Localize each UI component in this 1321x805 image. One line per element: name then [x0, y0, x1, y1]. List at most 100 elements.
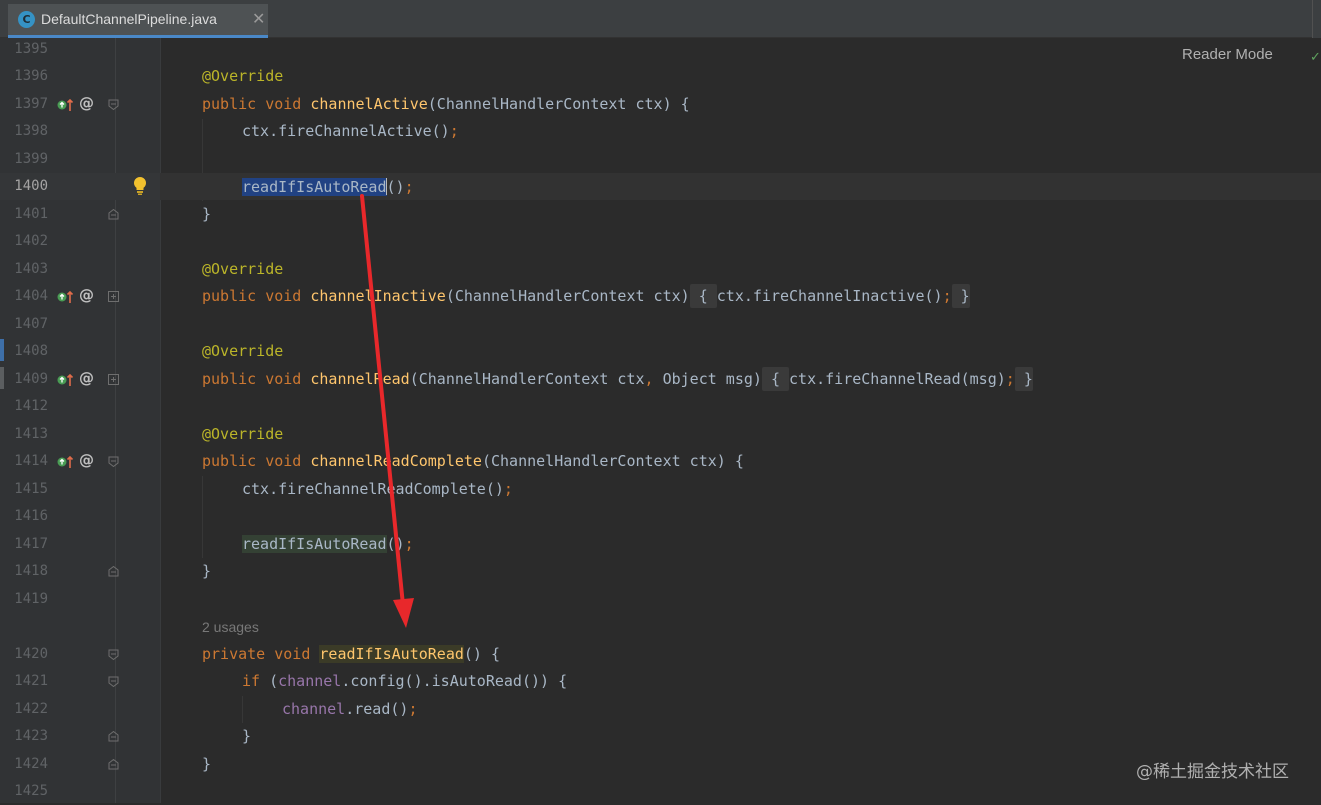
line-number: 1400	[14, 178, 48, 194]
code-line[interactable]: 1399	[0, 146, 1321, 173]
code-line[interactable]: 1398 ctx.fireChannelActive();	[0, 118, 1321, 145]
inspection-check-icon[interactable]: ✓	[1310, 50, 1321, 65]
code-text: public void channelRead(ChannelHandlerCo…	[202, 367, 1033, 391]
code-text: @Override	[202, 67, 284, 85]
watermark: @稀土掘金技术社区	[1136, 762, 1289, 782]
code-line[interactable]: 1397 @ public void channelActive(Channel…	[0, 91, 1321, 118]
at-sign-icon[interactable]: @	[79, 369, 94, 387]
line-number: 1414	[14, 453, 48, 469]
code-text: }	[202, 755, 212, 773]
fold-marker-icon[interactable]	[108, 99, 119, 110]
line-number: 1399	[14, 151, 48, 167]
code-text: public void channelInactive(ChannelHandl…	[202, 284, 970, 308]
reader-mode-button[interactable]: Reader Mode	[1182, 46, 1273, 63]
line-number: 1396	[14, 68, 48, 84]
code-line[interactable]: 1417 readIfIsAutoRead();	[0, 531, 1321, 558]
line-number: 1395	[14, 41, 48, 57]
code-line[interactable]: 1408 @Override	[0, 338, 1321, 365]
line-number: 1421	[14, 673, 48, 689]
usages-hint[interactable]: 2 usages	[202, 619, 259, 635]
code-line[interactable]: 1401 }	[0, 201, 1321, 228]
code-text: public void channelActive(ChannelHandler…	[202, 95, 690, 113]
line-number: 1418	[14, 563, 48, 579]
code-line[interactable]: 1423 }	[0, 723, 1321, 750]
code-text: public void channelReadComplete(ChannelH…	[202, 452, 744, 470]
line-number: 1403	[14, 261, 48, 277]
fold-marker-icon[interactable]	[108, 649, 119, 660]
lightbulb-icon[interactable]	[132, 176, 148, 196]
code-line[interactable]: 1407	[0, 311, 1321, 338]
line-number: 1402	[14, 233, 48, 249]
code-line[interactable]: 1416	[0, 503, 1321, 530]
code-line[interactable]: 1412	[0, 393, 1321, 420]
usage-highlight: readIfIsAutoRead	[242, 535, 387, 553]
code-line[interactable]: 1421 if (channel.config().isAutoRead()) …	[0, 668, 1321, 695]
expand-fold-icon[interactable]	[108, 291, 119, 302]
line-number: 1416	[14, 508, 48, 524]
code-line[interactable]: 1395	[0, 36, 1321, 63]
java-class-icon: C	[18, 11, 35, 28]
close-icon[interactable]: ✕	[252, 9, 265, 28]
at-sign-icon[interactable]: @	[79, 286, 94, 304]
code-text: @Override	[202, 260, 284, 278]
code-text: ctx.fireChannelReadComplete();	[242, 480, 513, 498]
line-number: 1413	[14, 426, 48, 442]
line-number: 1408	[14, 343, 48, 359]
tab-label: DefaultChannelPipeline.java	[41, 11, 217, 27]
line-number: 1424	[14, 756, 48, 772]
line-number: 1419	[14, 591, 48, 607]
line-number: 1415	[14, 481, 48, 497]
code-line[interactable]: 1420 private void readIfIsAutoRead() {	[0, 641, 1321, 668]
code-line[interactable]: 1413 @Override	[0, 421, 1321, 448]
selected-call: readIfIsAutoRead	[242, 178, 387, 196]
fold-marker-icon[interactable]	[108, 456, 119, 467]
fold-marker-icon[interactable]	[108, 759, 119, 770]
code-text: readIfIsAutoRead();	[242, 535, 414, 553]
fold-marker-icon[interactable]	[108, 676, 119, 687]
expand-fold-icon[interactable]	[108, 374, 119, 385]
code-line[interactable]: 1414 @ public void channelReadComplete(C…	[0, 448, 1321, 475]
implementing-method-icon[interactable]	[57, 372, 75, 388]
code-text: }	[202, 562, 212, 580]
code-line[interactable]: 1403 @Override	[0, 256, 1321, 283]
at-sign-icon[interactable]: @	[79, 451, 94, 469]
code-line[interactable]: 1425	[0, 778, 1321, 805]
implementing-method-icon[interactable]	[57, 289, 75, 305]
at-sign-icon[interactable]: @	[79, 94, 94, 112]
code-line[interactable]: 1402	[0, 228, 1321, 255]
implementing-method-icon[interactable]	[57, 97, 75, 113]
line-number: 1420	[14, 646, 48, 662]
line-number: 1417	[14, 536, 48, 552]
line-number: 1422	[14, 701, 48, 717]
code-text: private void readIfIsAutoRead() {	[202, 645, 501, 663]
line-number: 1398	[14, 123, 48, 139]
code-line[interactable]: 1422 channel.read();	[0, 696, 1321, 723]
fold-marker-icon[interactable]	[108, 566, 119, 577]
code-text: ctx.fireChannelActive();	[242, 122, 459, 140]
declaration-highlight: readIfIsAutoRead	[319, 645, 464, 663]
editor-tab-bar: C DefaultChannelPipeline.java ✕	[0, 0, 1321, 38]
current-code-line[interactable]: 1400 readIfIsAutoRead();	[0, 173, 1321, 200]
code-line[interactable]: 1418 }	[0, 558, 1321, 585]
line-number: 1412	[14, 398, 48, 414]
code-text: readIfIsAutoRead();	[242, 178, 414, 196]
code-line[interactable]: 1396 @Override	[0, 63, 1321, 90]
code-line[interactable]: 1404 @ public void channelInactive(Chann…	[0, 283, 1321, 310]
line-number: 1423	[14, 728, 48, 744]
inlay-hint-line: 2 usages	[0, 613, 1321, 640]
fold-marker-icon[interactable]	[108, 209, 119, 220]
fold-marker-icon[interactable]	[108, 731, 119, 742]
code-line[interactable]: 1415 ctx.fireChannelReadComplete();	[0, 476, 1321, 503]
code-text: if (channel.config().isAutoRead()) {	[242, 672, 568, 690]
line-number: 1425	[14, 783, 48, 799]
line-number: 1407	[14, 316, 48, 332]
implementing-method-icon[interactable]	[57, 454, 75, 470]
code-line[interactable]: 1424 }	[0, 751, 1321, 778]
code-text: @Override	[202, 342, 284, 360]
tab-defaultchannelpipeline[interactable]: C DefaultChannelPipeline.java ✕	[8, 4, 268, 38]
line-number: 1401	[14, 206, 48, 222]
line-number: 1404	[14, 288, 48, 304]
code-line[interactable]: 1419	[0, 586, 1321, 613]
code-line[interactable]: 1409 @ public void channelRead(ChannelHa…	[0, 366, 1321, 393]
code-text: @Override	[202, 425, 284, 443]
